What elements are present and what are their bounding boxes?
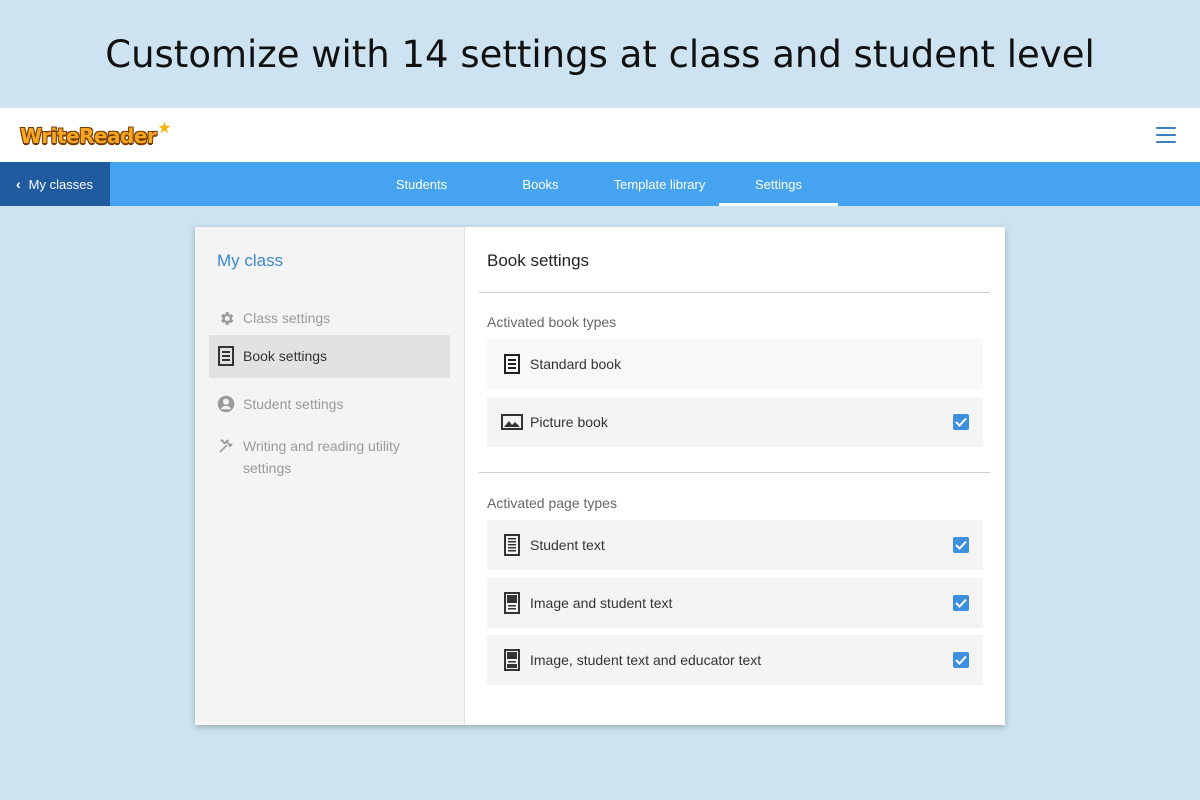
- settings-card: My class Class settings Book settings St…: [195, 227, 1005, 725]
- hamburger-menu-icon[interactable]: [1156, 127, 1176, 143]
- book-settings-panel: Book settings Activated book types Stand…: [465, 227, 1005, 725]
- logo-text: WriteReader: [20, 124, 157, 148]
- option-label: Image, student text and educator text: [530, 652, 762, 668]
- sidebar-item-student-settings[interactable]: Student settings: [209, 381, 450, 427]
- my-classes-back-button[interactable]: ‹ My classes: [0, 162, 110, 206]
- tools-icon: [217, 435, 235, 457]
- sidebar-item-label: Writing and reading utility settings: [243, 438, 400, 476]
- image-and-student-text-checkbox[interactable]: [953, 595, 969, 611]
- book-icon: [217, 345, 235, 367]
- tab-students[interactable]: Students: [362, 162, 481, 206]
- page-types-label: Activated page types: [487, 495, 617, 511]
- text-page-icon: [501, 534, 523, 556]
- option-image-student-educator-text[interactable]: Image, student text and educator text: [487, 635, 983, 685]
- image-educator-page-icon: [501, 649, 523, 671]
- option-label: Image and student text: [530, 595, 673, 611]
- sidebar-title: My class: [217, 251, 284, 270]
- tab-settings[interactable]: Settings: [719, 162, 838, 206]
- option-label: Student text: [530, 537, 605, 553]
- content-title: Book settings: [487, 251, 590, 270]
- writereader-logo[interactable]: WriteReader ★: [20, 118, 172, 152]
- sidebar-item-book-settings[interactable]: Book settings: [209, 335, 450, 378]
- sidebar-item-label: Book settings: [243, 348, 328, 364]
- settings-sidebar: My class Class settings Book settings St…: [195, 227, 465, 725]
- book-types-label: Activated book types: [487, 314, 617, 330]
- option-picture-book[interactable]: Picture book: [487, 397, 983, 447]
- gear-icon: [217, 307, 235, 329]
- chevron-left-icon: ‹: [16, 176, 21, 192]
- option-standard-book: Standard book: [487, 339, 983, 389]
- tab-template-library[interactable]: Template library: [600, 162, 719, 206]
- image-student-educator-text-checkbox[interactable]: [953, 652, 969, 668]
- sidebar-item-label: Class settings: [243, 310, 331, 326]
- option-label: Picture book: [530, 414, 608, 430]
- star-icon: ★: [157, 120, 172, 137]
- page-headline: Customize with 14 settings at class and …: [105, 32, 1095, 76]
- user-icon: [217, 393, 235, 415]
- sidebar-item-label: Student settings: [243, 396, 344, 412]
- divider: [479, 472, 990, 473]
- option-label: Standard book: [530, 356, 622, 372]
- image-text-page-icon: [501, 592, 523, 614]
- picture-book-checkbox[interactable]: [953, 414, 969, 430]
- tab-books[interactable]: Books: [481, 162, 600, 206]
- standard-book-icon: [501, 353, 523, 375]
- divider: [479, 292, 990, 293]
- class-navbar: ‹ My classes Students Books Template lib…: [0, 162, 1200, 206]
- picture-icon: [501, 411, 523, 433]
- top-bar: WriteReader ★: [0, 108, 1200, 162]
- student-text-checkbox[interactable]: [953, 537, 969, 553]
- option-image-and-student-text[interactable]: Image and student text: [487, 578, 983, 628]
- sidebar-item-utility-settings[interactable]: Writing and reading utility settings: [209, 423, 450, 491]
- option-student-text[interactable]: Student text: [487, 520, 983, 570]
- back-button-label: My classes: [28, 176, 93, 192]
